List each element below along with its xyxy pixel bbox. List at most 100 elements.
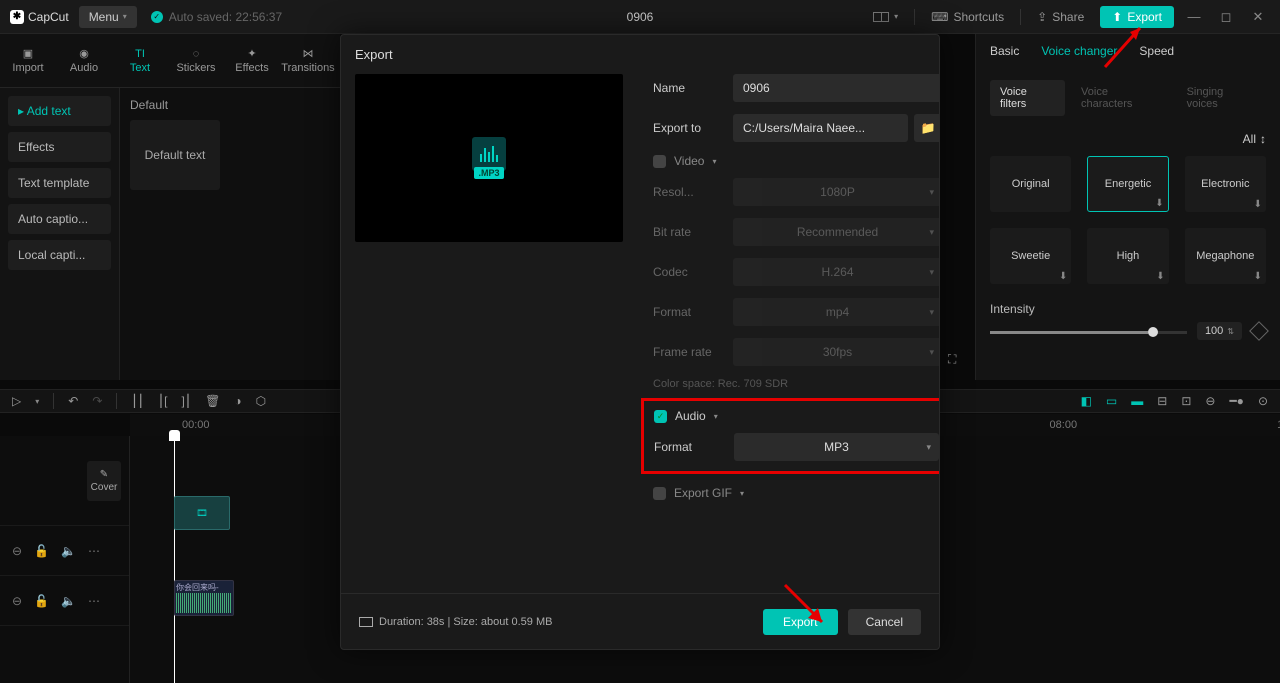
lock-icon[interactable]: 🔓 [34, 594, 49, 608]
sidebar-template[interactable]: Text template [8, 168, 111, 198]
exportto-input[interactable] [733, 114, 908, 142]
cancel-button[interactable]: Cancel [848, 609, 921, 635]
mp3-badge: .MP3 [474, 167, 503, 179]
maximize-button[interactable]: ◻ [1214, 9, 1238, 25]
cover-button[interactable]: ✎Cover [87, 461, 121, 501]
left-panel: ▣Import ◉Audio TIText ◌Stickers ✦Effects… [0, 34, 340, 380]
slider-thumb[interactable] [1148, 327, 1158, 337]
time-0: 00:00 [182, 419, 210, 431]
audio-clip[interactable]: 你会回来吗- [174, 580, 234, 616]
preset-megaphone[interactable]: Megaphone⬇ [1185, 228, 1266, 284]
tool-text[interactable]: TIText [112, 34, 168, 87]
tool-audio[interactable]: ◉Audio [56, 34, 112, 87]
shortcuts-button[interactable]: ⌨Shortcuts [923, 6, 1012, 28]
browse-folder-button[interactable]: 📁 [914, 114, 939, 142]
tool-effects[interactable]: ✦Effects [224, 34, 280, 87]
split-right[interactable]: ]⎮ [181, 394, 191, 408]
name-input[interactable] [733, 74, 939, 102]
menu-button[interactable]: Menu ▾ [79, 6, 137, 28]
subtab-voice-filters[interactable]: Voice filters [990, 80, 1065, 116]
delete-tool[interactable]: 🗑 [205, 394, 220, 408]
zoom-out[interactable]: ⊖ [1205, 394, 1215, 408]
video-checkbox[interactable] [653, 155, 666, 168]
close-button[interactable]: ✕ [1246, 9, 1270, 25]
subtab-voice-characters[interactable]: Voice characters [1071, 80, 1171, 116]
top-bar: ✱ CapCut Menu ▾ ✓ Auto saved: 22:56:37 0… [0, 0, 1280, 34]
download-icon: ⬇ [1156, 271, 1164, 282]
gif-header-label: Export GIF [674, 486, 732, 500]
video-format-select[interactable]: mp4▾ [733, 298, 939, 326]
minimize-button[interactable]: — [1182, 9, 1206, 24]
share-button[interactable]: ⇪Share [1029, 6, 1092, 28]
split-left[interactable]: ⎮[ [158, 394, 168, 408]
lock-icon[interactable]: 🔓 [34, 544, 49, 558]
subtab-singing-voices[interactable]: Singing voices [1177, 80, 1266, 116]
chevron-down-icon: ▾ [929, 347, 934, 358]
autosave-status: ✓ Auto saved: 22:56:37 [151, 10, 282, 24]
tool-transitions[interactable]: ⋈Transitions [280, 34, 336, 87]
sidebar-local-captions[interactable]: Local capti... [8, 240, 111, 270]
resolution-select[interactable]: 1080P▾ [733, 178, 939, 206]
split-tool[interactable]: ⎮⎮ [131, 394, 144, 408]
separator [1020, 9, 1021, 25]
mute-icon[interactable]: 🔈 [61, 544, 76, 558]
video-header-label: Video [674, 154, 704, 168]
tool-stickers[interactable]: ◌Stickers [168, 34, 224, 87]
default-text-card[interactable]: Default text [130, 120, 220, 190]
intensity-slider[interactable] [990, 331, 1187, 334]
tl-icon-4[interactable]: ⊟ [1157, 394, 1167, 408]
zoom-fit[interactable]: ⊙ [1258, 394, 1268, 408]
intensity-value[interactable]: 100⇅ [1197, 322, 1242, 340]
preset-sweetie[interactable]: Sweetie⬇ [990, 228, 1071, 284]
tl-icon-1[interactable]: ◧ [1081, 394, 1092, 408]
pointer-tool[interactable]: ▷ [12, 394, 21, 408]
gif-section-header[interactable]: Export GIF ▾ [653, 486, 939, 500]
tab-voice-changer[interactable]: Voice changer [1041, 44, 1117, 64]
right-panel: Basic Voice changer Speed Voice filters … [975, 34, 1280, 380]
export-button-top[interactable]: ⬆Export [1100, 6, 1174, 28]
preset-energetic[interactable]: Energetic⬇ [1087, 156, 1168, 212]
tl-icon-3[interactable]: ▬ [1131, 394, 1143, 408]
playhead[interactable] [174, 436, 175, 683]
tab-basic[interactable]: Basic [990, 44, 1019, 64]
preset-sort[interactable]: All↕ [990, 132, 1266, 146]
bitrate-select[interactable]: Recommended▾ [733, 218, 939, 246]
toggle-icon[interactable]: ⊖ [12, 594, 22, 608]
preset-high[interactable]: High⬇ [1087, 228, 1168, 284]
tl-icon-2[interactable]: ▭ [1106, 394, 1117, 408]
codec-select[interactable]: H.264▾ [733, 258, 939, 286]
audio-section-header[interactable]: ✓ Audio ▾ [654, 409, 939, 423]
video-clip[interactable]: 🎞 [174, 496, 230, 530]
mute-icon[interactable]: 🔈 [61, 594, 76, 608]
preset-electronic[interactable]: Electronic⬇ [1185, 156, 1266, 212]
layout-button[interactable]: ▾ [865, 8, 906, 26]
gif-checkbox[interactable] [653, 487, 666, 500]
chevron-icon: ▾ [712, 157, 716, 166]
toggle-icon[interactable]: ⊖ [12, 544, 22, 558]
tab-speed[interactable]: Speed [1139, 44, 1174, 64]
redo-button[interactable]: ↷ [92, 394, 102, 408]
shield-tool[interactable]: ⬡ [256, 394, 266, 408]
reset-icon[interactable] [1249, 321, 1269, 341]
sidebar-add-text[interactable]: Add text [8, 96, 111, 126]
tl-icon-5[interactable]: ⊡ [1181, 394, 1191, 408]
modal-title: Export [341, 35, 939, 74]
export-icon: ⬆ [1112, 10, 1122, 24]
video-section-header[interactable]: Video ▾ [653, 154, 939, 168]
codec-label: Codec [653, 265, 733, 279]
framerate-select[interactable]: 30fps▾ [733, 338, 939, 366]
fullscreen-button[interactable]: ⛶ [948, 352, 956, 367]
export-confirm-button[interactable]: Export [763, 609, 838, 635]
menu-label: Menu [89, 10, 119, 24]
undo-button[interactable]: ↶ [68, 394, 78, 408]
more-icon[interactable]: ⋯ [88, 544, 100, 558]
preset-original[interactable]: Original [990, 156, 1071, 212]
tool-import[interactable]: ▣Import [0, 34, 56, 87]
more-icon[interactable]: ⋯ [88, 594, 100, 608]
marker-tool[interactable]: ◑ [234, 394, 241, 408]
sidebar-effects[interactable]: Effects [8, 132, 111, 162]
sidebar-auto-captions[interactable]: Auto captio... [8, 204, 111, 234]
audio-format-select[interactable]: MP3▾ [734, 433, 939, 461]
audio-checkbox[interactable]: ✓ [654, 410, 667, 423]
zoom-slider[interactable]: ━● [1229, 394, 1243, 408]
